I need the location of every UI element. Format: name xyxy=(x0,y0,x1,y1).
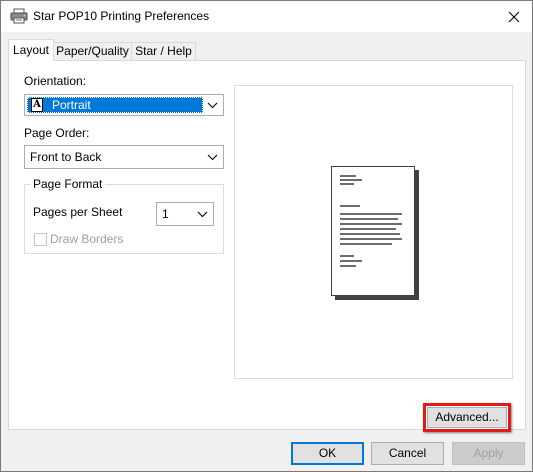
page-preview xyxy=(331,166,415,296)
chevron-down-icon xyxy=(207,154,218,161)
page-order-value: Front to Back xyxy=(30,150,102,164)
window-title: Star POP10 Printing Preferences xyxy=(33,9,210,23)
tab-star-help-label: Star / Help xyxy=(135,44,192,58)
orientation-selected-value: A Portrait xyxy=(27,97,203,113)
chevron-down-icon xyxy=(207,102,218,109)
title-bar: Star POP10 Printing Preferences xyxy=(1,1,532,32)
pages-per-sheet-label: Pages per Sheet xyxy=(33,205,123,219)
printer-icon xyxy=(10,8,28,24)
layout-preview xyxy=(234,85,513,379)
apply-button[interactable]: Apply xyxy=(452,442,525,465)
page-order-label: Page Order: xyxy=(24,126,90,140)
page-order-select[interactable]: Front to Back xyxy=(24,145,224,169)
draw-borders-checkbox[interactable] xyxy=(34,233,47,246)
page-format-title: Page Format xyxy=(30,177,106,191)
close-icon xyxy=(508,11,520,22)
draw-borders-label: Draw Borders xyxy=(50,232,124,246)
layout-tab-panel: Orientation: A Portrait Page Order: Fron… xyxy=(8,60,526,432)
close-button[interactable] xyxy=(496,1,532,32)
pages-per-sheet-value: 1 xyxy=(162,207,169,221)
printing-preferences-dialog: Star POP10 Printing Preferences Layout P… xyxy=(0,0,533,472)
pages-per-sheet-select[interactable]: 1 xyxy=(156,202,214,226)
apply-button-label: Apply xyxy=(473,446,504,460)
tab-star-help[interactable]: Star / Help xyxy=(132,42,196,60)
highlight-annotation xyxy=(423,403,511,432)
ok-button-label: OK xyxy=(318,446,337,460)
tab-paper-quality-label: Paper/Quality xyxy=(56,44,129,58)
cancel-button-label: Cancel xyxy=(388,446,427,460)
tab-layout[interactable]: Layout xyxy=(8,39,54,61)
chevron-down-icon xyxy=(197,211,208,218)
ok-button[interactable]: OK xyxy=(291,442,364,465)
orientation-label: Orientation: xyxy=(24,74,87,88)
orientation-select[interactable]: A Portrait xyxy=(24,94,224,116)
tab-layout-label: Layout xyxy=(12,43,50,57)
tab-paper-quality[interactable]: Paper/Quality xyxy=(54,42,132,60)
cancel-button[interactable]: Cancel xyxy=(371,442,444,465)
portrait-orientation-icon: A xyxy=(31,98,43,112)
orientation-value: Portrait xyxy=(52,98,91,112)
